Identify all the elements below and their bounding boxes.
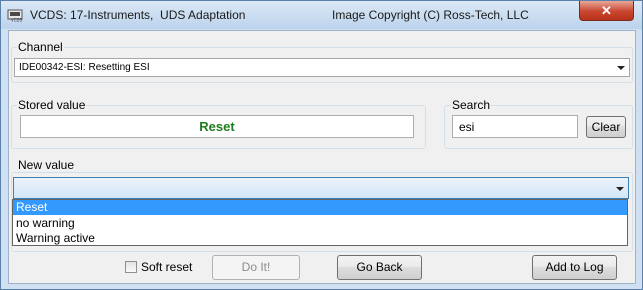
search-input-value: esi [459, 120, 475, 134]
clear-button[interactable]: Clear [586, 116, 626, 138]
new-value-label: New value [17, 158, 76, 172]
chevron-down-icon[interactable] [616, 187, 624, 191]
chevron-down-icon[interactable] [617, 66, 625, 70]
option-no-warning[interactable]: no warning [13, 216, 627, 231]
close-button[interactable]: ✕ [579, 1, 634, 21]
channel-label: Channel [17, 40, 64, 54]
soft-reset-label[interactable]: Soft reset [141, 260, 192, 274]
search-label: Search [451, 98, 492, 112]
svg-text:VCDS: VCDS [11, 18, 23, 23]
vcds-app-icon: VCDS [7, 9, 23, 23]
copyright-text: Image Copyright (C) Ross-Tech, LLC [332, 8, 529, 22]
search-input[interactable]: esi [452, 115, 578, 138]
channel-dropdown[interactable]: IDE00342-ESI: Resetting ESI [14, 58, 630, 77]
soft-reset-checkbox[interactable] [125, 261, 137, 273]
close-icon: ✕ [601, 3, 612, 18]
window-title: VCDS: 17-Instruments, UDS Adaptation [30, 8, 246, 22]
option-warning-active[interactable]: Warning active [13, 231, 627, 246]
stored-value-field: Reset [20, 115, 414, 138]
stored-value-text: Reset [199, 119, 235, 134]
stored-value-label: Stored value [17, 98, 87, 112]
add-to-log-button[interactable]: Add to Log [532, 255, 617, 280]
channel-selected-value: IDE00342-ESI: Resetting ESI [19, 62, 150, 73]
new-value-dropdown[interactable] [13, 177, 629, 199]
go-back-button[interactable]: Go Back [337, 255, 422, 280]
new-value-options-list[interactable]: Reset no warning Warning active [12, 199, 628, 246]
do-it-button[interactable]: Do It! [212, 255, 300, 280]
option-reset[interactable]: Reset [13, 200, 627, 215]
application-window: VCDS VCDS: 17-Instruments, UDS Adaptatio… [0, 0, 643, 290]
title-bar[interactable]: VCDS VCDS: 17-Instruments, UDS Adaptatio… [1, 1, 642, 29]
